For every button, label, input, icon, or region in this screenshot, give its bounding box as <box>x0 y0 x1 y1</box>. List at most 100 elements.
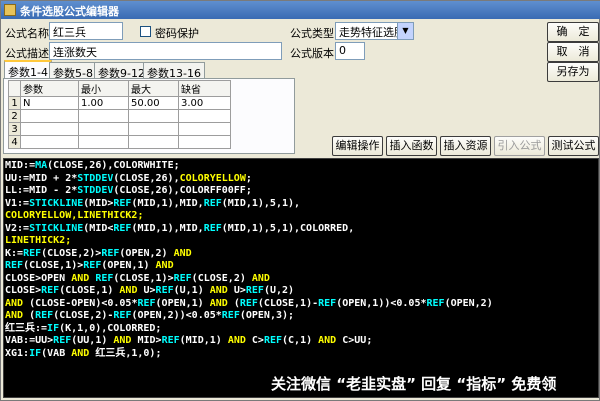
code-token: V2:= <box>5 222 30 234</box>
code-token: C> <box>251 335 264 346</box>
param-min-cell[interactable] <box>78 109 129 123</box>
param-name-cell[interactable] <box>20 109 79 123</box>
code-token: (C,1) <box>282 335 319 346</box>
code-token: K:= <box>5 247 24 259</box>
name-label: 公式名称 <box>5 27 49 40</box>
code-token: IF <box>29 347 42 359</box>
code-editor[interactable]: MID:=MA(CLOSE,26),COLORWHITE; UU:=MID + 2… <box>3 158 599 398</box>
code-token: (OPEN,2) <box>444 297 493 309</box>
code-token: AND <box>119 285 144 296</box>
code-line: UU:=MID + 2*STDDEV(CLOSE,26),COLORYELLOW… <box>5 173 493 186</box>
code-token: (MID,1) <box>179 335 228 346</box>
code-token: ; <box>245 172 252 184</box>
param-min-cell[interactable] <box>78 122 129 136</box>
tab-params-5-8[interactable]: 参数5-8 <box>49 62 97 80</box>
code-line: LINETHICK2; <box>5 235 493 248</box>
table-row: 3 <box>8 122 231 136</box>
insert-function-button[interactable]: 插入函数 <box>386 136 437 156</box>
param-default-cell[interactable] <box>178 122 231 136</box>
title-bar[interactable]: 条件选股公式编辑器 <box>1 1 600 19</box>
code-token: (UU,1) <box>71 335 114 346</box>
code-token: XG1: <box>5 347 30 359</box>
code-token: AND <box>209 297 234 309</box>
window-title: 条件选股公式编辑器 <box>20 5 119 18</box>
import-formula-button[interactable]: 引入公式 <box>494 136 545 156</box>
param-min-cell[interactable]: 1.00 <box>78 96 129 110</box>
code-line: LL:=MID - 2*STDDEV(CLOSE,26),COLORFF00FF… <box>5 185 493 198</box>
code-token: MA <box>35 160 48 171</box>
param-min-cell[interactable] <box>78 135 129 149</box>
desc-field[interactable]: 连涨数天 <box>49 42 282 60</box>
table-row: 1 N 1.00 50.00 3.00 <box>8 96 231 110</box>
param-max-cell[interactable] <box>128 109 179 123</box>
row-number: 2 <box>8 109 21 123</box>
row-number-header <box>8 80 21 97</box>
test-formula-button[interactable]: 测试公式 <box>548 136 599 156</box>
version-field[interactable]: 0 <box>335 42 365 60</box>
cancel-button[interactable]: 取 消 <box>547 42 599 62</box>
type-select[interactable]: 走势特征选股 ▼ <box>335 22 414 40</box>
code-token: COLORYELLOW,LINETHICK2; <box>5 210 144 221</box>
code-token: (CLOSE,1) <box>59 285 120 296</box>
param-name-cell[interactable]: N <box>20 96 79 110</box>
code-token: REF <box>83 260 102 271</box>
code-token: AND <box>5 297 30 309</box>
code-token: (OPEN,1) <box>155 297 210 309</box>
row-number: 1 <box>8 96 21 110</box>
param-default-cell[interactable] <box>178 109 231 123</box>
code-token: (U,1) <box>173 285 210 296</box>
code-line: XG1:IF(VAB AND 红三兵,1,0); <box>5 348 493 361</box>
code-token: STDDEV <box>77 172 114 184</box>
code-token: REF <box>173 272 192 284</box>
code-token: REF <box>203 197 222 209</box>
param-max-cell[interactable] <box>128 122 179 136</box>
code-token: 红三兵:= <box>5 322 48 334</box>
code-token: (MID,1),5,1), <box>221 197 301 209</box>
chevron-down-icon[interactable]: ▼ <box>397 23 413 39</box>
code-line: V2:=STICKLINE(MID<REF(MID,1),MID,REF(MID… <box>5 223 493 236</box>
code-token: (MID,1),MID, <box>131 222 204 234</box>
table-header-row: 参数 最小 最大 缺省 <box>8 80 231 97</box>
tab-params-9-12[interactable]: 参数9-12 <box>94 62 149 80</box>
code-token: REF <box>113 197 132 209</box>
code-line: CLOSE>REF(CLOSE,1) AND U>REF(U,1) AND U>… <box>5 285 493 298</box>
tab-params-13-16[interactable]: 参数13-16 <box>143 62 205 80</box>
code-token: MID> <box>137 335 162 346</box>
code-token: AND <box>71 272 96 284</box>
code-token: STICKLINE <box>29 222 84 234</box>
row-number: 4 <box>8 135 21 149</box>
param-default-cell[interactable] <box>178 135 231 149</box>
param-name-cell[interactable] <box>20 122 79 136</box>
code-token: REF <box>155 285 174 296</box>
code-token: (MID> <box>83 197 114 209</box>
code-token: REF <box>41 285 60 296</box>
param-name-cell[interactable] <box>20 135 79 149</box>
insert-resource-button[interactable]: 插入资源 <box>440 136 491 156</box>
code-token: (CLOSE,2)- <box>53 310 114 321</box>
code-token: REF <box>113 310 132 321</box>
code-token: IF <box>47 322 60 334</box>
param-max-cell[interactable]: 50.00 <box>128 96 179 110</box>
edit-ops-button[interactable]: 编辑操作 <box>332 136 383 156</box>
password-checkbox[interactable] <box>140 26 151 37</box>
code-token: LINETHICK2; <box>5 235 72 246</box>
app-icon <box>4 4 16 16</box>
code-line: 红三兵:=IF(K,1,0),COLORRED; <box>5 323 493 336</box>
code-token: C>UU; <box>342 335 373 346</box>
code-token: (CLOSE,2) <box>191 272 252 284</box>
save-as-button[interactable]: 另存为 <box>547 62 599 82</box>
ok-button[interactable]: 确 定 <box>547 22 599 42</box>
code-token: CLOSE>OPEN <box>5 272 72 284</box>
tab-params-1-4[interactable]: 参数1-4 <box>4 60 52 79</box>
code-line: COLORYELLOW,LINETHICK2; <box>5 210 493 223</box>
name-field[interactable]: 红三兵 <box>49 22 123 40</box>
code-token: LL:=MID - 2* <box>5 185 78 196</box>
code-line: V1:=STICKLINE(MID>REF(MID,1),MID,REF(MID… <box>5 198 493 211</box>
code-token: AND <box>5 310 30 321</box>
code-token: REF <box>53 335 72 346</box>
code-token: (K,1,0),COLORRED; <box>59 322 162 334</box>
param-max-cell[interactable] <box>128 135 179 149</box>
param-default-cell[interactable]: 3.00 <box>178 96 231 110</box>
column-header: 参数 <box>20 80 79 97</box>
code-token: (MID,1),5,1),COLORRED, <box>221 222 355 234</box>
